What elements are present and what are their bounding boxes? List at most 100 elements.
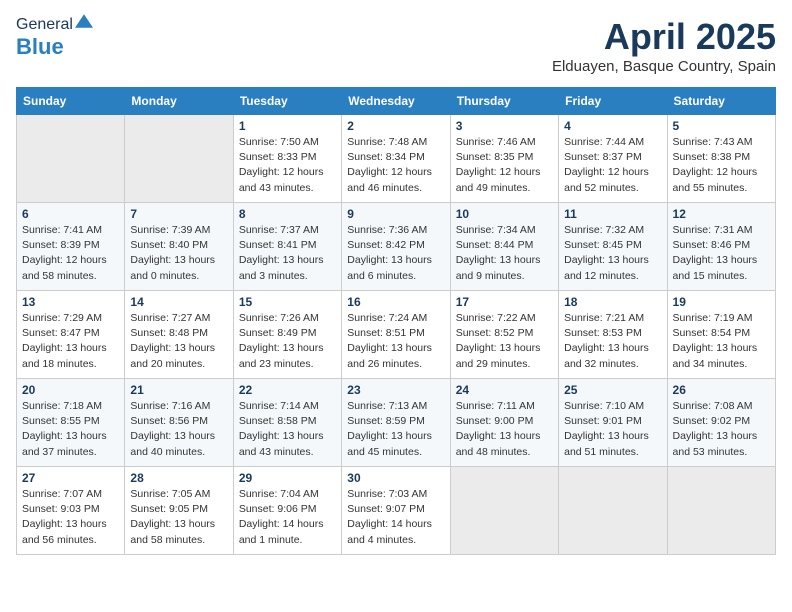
calendar-cell: 30 Sunrise: 7:03 AM Sunset: 9:07 PM Dayli… <box>342 467 450 555</box>
logo: General Blue <box>16 16 93 60</box>
day-detail: Sunrise: 7:07 AM Sunset: 9:03 PM Dayligh… <box>22 487 119 548</box>
day-number: 26 <box>673 383 770 397</box>
day-number: 13 <box>22 295 119 309</box>
logo-general-text: General <box>16 16 73 34</box>
col-header-sunday: Sunday <box>17 88 125 115</box>
col-header-monday: Monday <box>125 88 233 115</box>
calendar-cell: 2 Sunrise: 7:48 AM Sunset: 8:34 PM Daylig… <box>342 115 450 203</box>
calendar-cell: 12 Sunrise: 7:31 AM Sunset: 8:46 PM Dayli… <box>667 203 775 291</box>
day-detail: Sunrise: 7:48 AM Sunset: 8:34 PM Dayligh… <box>347 135 444 196</box>
day-detail: Sunrise: 7:11 AM Sunset: 9:00 PM Dayligh… <box>456 399 553 460</box>
day-number: 25 <box>564 383 661 397</box>
col-header-tuesday: Tuesday <box>233 88 341 115</box>
calendar-cell: 8 Sunrise: 7:37 AM Sunset: 8:41 PM Daylig… <box>233 203 341 291</box>
day-detail: Sunrise: 7:26 AM Sunset: 8:49 PM Dayligh… <box>239 311 336 372</box>
day-detail: Sunrise: 7:39 AM Sunset: 8:40 PM Dayligh… <box>130 223 227 284</box>
calendar-cell: 6 Sunrise: 7:41 AM Sunset: 8:39 PM Daylig… <box>17 203 125 291</box>
day-detail: Sunrise: 7:13 AM Sunset: 8:59 PM Dayligh… <box>347 399 444 460</box>
col-header-saturday: Saturday <box>667 88 775 115</box>
day-number: 1 <box>239 119 336 133</box>
day-detail: Sunrise: 7:03 AM Sunset: 9:07 PM Dayligh… <box>347 487 444 548</box>
calendar-cell: 24 Sunrise: 7:11 AM Sunset: 9:00 PM Dayli… <box>450 379 558 467</box>
calendar-cell <box>667 467 775 555</box>
day-detail: Sunrise: 7:37 AM Sunset: 8:41 PM Dayligh… <box>239 223 336 284</box>
day-detail: Sunrise: 7:19 AM Sunset: 8:54 PM Dayligh… <box>673 311 770 372</box>
day-detail: Sunrise: 7:46 AM Sunset: 8:35 PM Dayligh… <box>456 135 553 196</box>
calendar-cell: 3Sunrise: 7:46 AM Sunset: 8:35 PM Daylig… <box>450 115 558 203</box>
calendar-cell: 22 Sunrise: 7:14 AM Sunset: 8:58 PM Dayli… <box>233 379 341 467</box>
day-number: 11 <box>564 207 661 221</box>
calendar-cell: 4 Sunrise: 7:44 AM Sunset: 8:37 PM Daylig… <box>559 115 667 203</box>
day-detail: Sunrise: 7:36 AM Sunset: 8:42 PM Dayligh… <box>347 223 444 284</box>
day-detail: Sunrise: 7:22 AM Sunset: 8:52 PM Dayligh… <box>456 311 553 372</box>
day-number: 6 <box>22 207 119 221</box>
calendar-cell: 17 Sunrise: 7:22 AM Sunset: 8:52 PM Dayli… <box>450 291 558 379</box>
calendar-cell: 19 Sunrise: 7:19 AM Sunset: 8:54 PM Dayli… <box>667 291 775 379</box>
day-number: 21 <box>130 383 227 397</box>
calendar-cell <box>125 115 233 203</box>
calendar-cell: 20 Sunrise: 7:18 AM Sunset: 8:55 PM Dayli… <box>17 379 125 467</box>
calendar-cell: 16Sunrise: 7:24 AM Sunset: 8:51 PM Dayli… <box>342 291 450 379</box>
day-detail: Sunrise: 7:18 AM Sunset: 8:55 PM Dayligh… <box>22 399 119 460</box>
calendar-cell: 13 Sunrise: 7:29 AM Sunset: 8:47 PM Dayli… <box>17 291 125 379</box>
day-detail: Sunrise: 7:27 AM Sunset: 8:48 PM Dayligh… <box>130 311 227 372</box>
day-number: 22 <box>239 383 336 397</box>
day-number: 20 <box>22 383 119 397</box>
logo-icon <box>75 12 93 30</box>
calendar-cell: 23 Sunrise: 7:13 AM Sunset: 8:59 PM Dayli… <box>342 379 450 467</box>
day-number: 17 <box>456 295 553 309</box>
day-detail: Sunrise: 7:32 AM Sunset: 8:45 PM Dayligh… <box>564 223 661 284</box>
day-number: 28 <box>130 471 227 485</box>
day-detail: Sunrise: 7:50 AM Sunset: 8:33 PM Dayligh… <box>239 135 336 196</box>
day-detail: Sunrise: 7:31 AM Sunset: 8:46 PM Dayligh… <box>673 223 770 284</box>
day-number: 18 <box>564 295 661 309</box>
day-detail: Sunrise: 7:08 AM Sunset: 9:02 PM Dayligh… <box>673 399 770 460</box>
calendar-cell: 11 Sunrise: 7:32 AM Sunset: 8:45 PM Dayli… <box>559 203 667 291</box>
calendar-cell: 26 Sunrise: 7:08 AM Sunset: 9:02 PM Dayli… <box>667 379 775 467</box>
day-number: 30 <box>347 471 444 485</box>
day-number: 29 <box>239 471 336 485</box>
day-number: 4 <box>564 119 661 133</box>
day-detail: Sunrise: 7:34 AM Sunset: 8:44 PM Dayligh… <box>456 223 553 284</box>
calendar-cell: 15 Sunrise: 7:26 AM Sunset: 8:49 PM Dayli… <box>233 291 341 379</box>
day-number: 19 <box>673 295 770 309</box>
day-number: 2 <box>347 119 444 133</box>
day-number: 8 <box>239 207 336 221</box>
calendar-cell: 14 Sunrise: 7:27 AM Sunset: 8:48 PM Dayli… <box>125 291 233 379</box>
day-number: 24 <box>456 383 553 397</box>
calendar-cell: 21 Sunrise: 7:16 AM Sunset: 8:56 PM Dayli… <box>125 379 233 467</box>
day-detail: Sunrise: 7:14 AM Sunset: 8:58 PM Dayligh… <box>239 399 336 460</box>
day-detail: Sunrise: 7:05 AM Sunset: 9:05 PM Dayligh… <box>130 487 227 548</box>
calendar-cell: 25Sunrise: 7:10 AM Sunset: 9:01 PM Dayli… <box>559 379 667 467</box>
col-header-wednesday: Wednesday <box>342 88 450 115</box>
day-number: 14 <box>130 295 227 309</box>
day-number: 27 <box>22 471 119 485</box>
calendar-table: SundayMondayTuesdayWednesdayThursdayFrid… <box>16 87 776 555</box>
day-detail: Sunrise: 7:44 AM Sunset: 8:37 PM Dayligh… <box>564 135 661 196</box>
day-detail: Sunrise: 7:41 AM Sunset: 8:39 PM Dayligh… <box>22 223 119 284</box>
calendar-cell: 29 Sunrise: 7:04 AM Sunset: 9:06 PM Dayli… <box>233 467 341 555</box>
calendar-cell: 10 Sunrise: 7:34 AM Sunset: 8:44 PM Dayli… <box>450 203 558 291</box>
calendar-cell: 27 Sunrise: 7:07 AM Sunset: 9:03 PM Dayli… <box>17 467 125 555</box>
calendar-cell: 5 Sunrise: 7:43 AM Sunset: 8:38 PM Daylig… <box>667 115 775 203</box>
day-detail: Sunrise: 7:24 AM Sunset: 8:51 PM Dayligh… <box>347 311 444 372</box>
calendar-location: Elduayen, Basque Country, Spain <box>552 58 776 75</box>
day-detail: Sunrise: 7:29 AM Sunset: 8:47 PM Dayligh… <box>22 311 119 372</box>
day-number: 23 <box>347 383 444 397</box>
col-header-friday: Friday <box>559 88 667 115</box>
day-number: 12 <box>673 207 770 221</box>
day-number: 10 <box>456 207 553 221</box>
calendar-cell: 28 Sunrise: 7:05 AM Sunset: 9:05 PM Dayli… <box>125 467 233 555</box>
day-detail: Sunrise: 7:16 AM Sunset: 8:56 PM Dayligh… <box>130 399 227 460</box>
calendar-cell <box>559 467 667 555</box>
calendar-cell <box>450 467 558 555</box>
logo-blue-text: Blue <box>16 34 93 60</box>
day-number: 5 <box>673 119 770 133</box>
calendar-title: April 2025 <box>552 16 776 58</box>
day-number: 7 <box>130 207 227 221</box>
day-detail: Sunrise: 7:21 AM Sunset: 8:53 PM Dayligh… <box>564 311 661 372</box>
day-detail: Sunrise: 7:43 AM Sunset: 8:38 PM Dayligh… <box>673 135 770 196</box>
calendar-cell: 1 Sunrise: 7:50 AM Sunset: 8:33 PM Daylig… <box>233 115 341 203</box>
day-detail: Sunrise: 7:04 AM Sunset: 9:06 PM Dayligh… <box>239 487 336 548</box>
day-number: 15 <box>239 295 336 309</box>
